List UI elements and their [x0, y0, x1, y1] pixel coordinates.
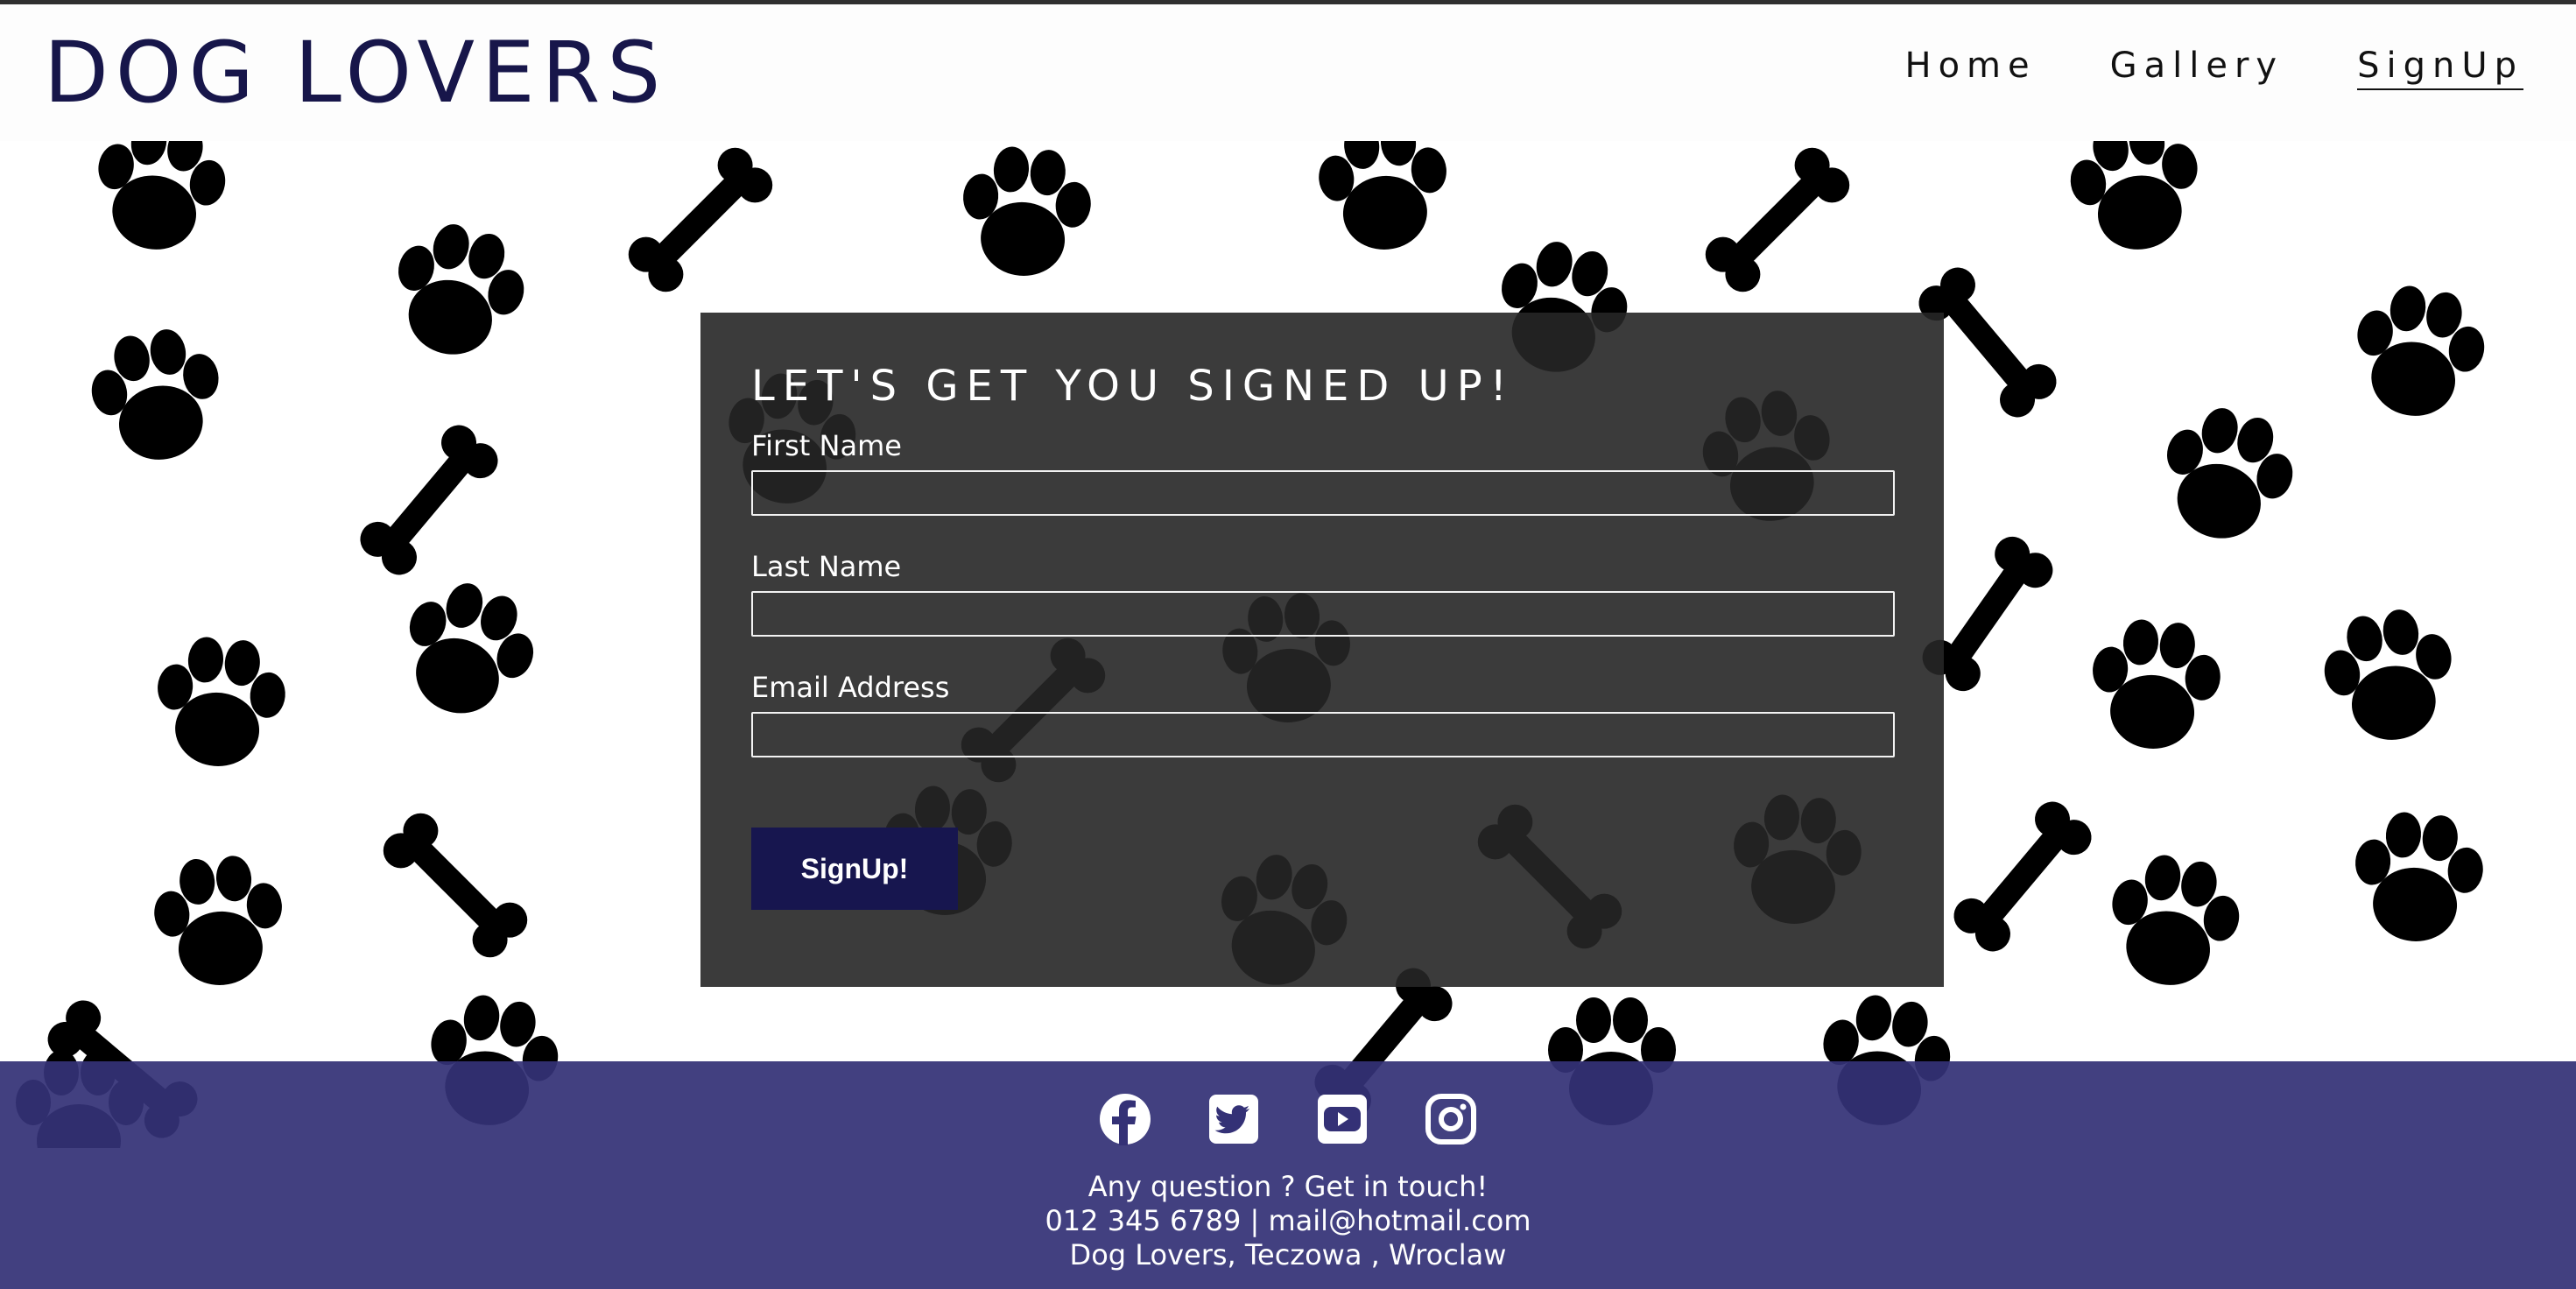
- signup-form: LET'S GET YOU SIGNED UP! First Name Last…: [700, 313, 1944, 987]
- first-name-input[interactable]: [751, 470, 1895, 516]
- contact-phone-email: 012 345 6789 | mail@hotmail.com: [1045, 1204, 1531, 1237]
- nav-signup[interactable]: SignUp: [2357, 48, 2523, 90]
- email-input[interactable]: [751, 712, 1895, 757]
- email-label: Email Address: [751, 671, 950, 704]
- contact-info: Any question ? Get in touch! 012 345 678…: [0, 1170, 2576, 1272]
- last-name-label: Last Name: [751, 550, 902, 583]
- form-title: LET'S GET YOU SIGNED UP!: [751, 362, 1515, 411]
- twitter-icon[interactable]: [1207, 1093, 1260, 1145]
- nav-home[interactable]: Home: [1904, 48, 2036, 90]
- youtube-icon[interactable]: [1316, 1093, 1369, 1145]
- social-links: [0, 1093, 2576, 1145]
- signup-button[interactable]: SignUp!: [751, 828, 958, 910]
- contact-prompt: Any question ? Get in touch!: [1087, 1170, 1489, 1203]
- facebook-icon[interactable]: [1099, 1093, 1151, 1145]
- site-logo[interactable]: DOG LOVERS: [44, 31, 667, 115]
- first-name-label: First Name: [751, 429, 902, 462]
- main-nav: Home Gallery SignUp: [1904, 48, 2523, 90]
- nav-gallery[interactable]: Gallery: [2110, 48, 2284, 90]
- last-name-input[interactable]: [751, 591, 1895, 637]
- site-footer: Any question ? Get in touch! 012 345 678…: [0, 1061, 2576, 1289]
- contact-address: Dog Lovers, Teczowa , Wroclaw: [1069, 1238, 1507, 1271]
- site-header: DOG LOVERS Home Gallery SignUp: [0, 4, 2576, 141]
- instagram-icon[interactable]: [1425, 1093, 1477, 1145]
